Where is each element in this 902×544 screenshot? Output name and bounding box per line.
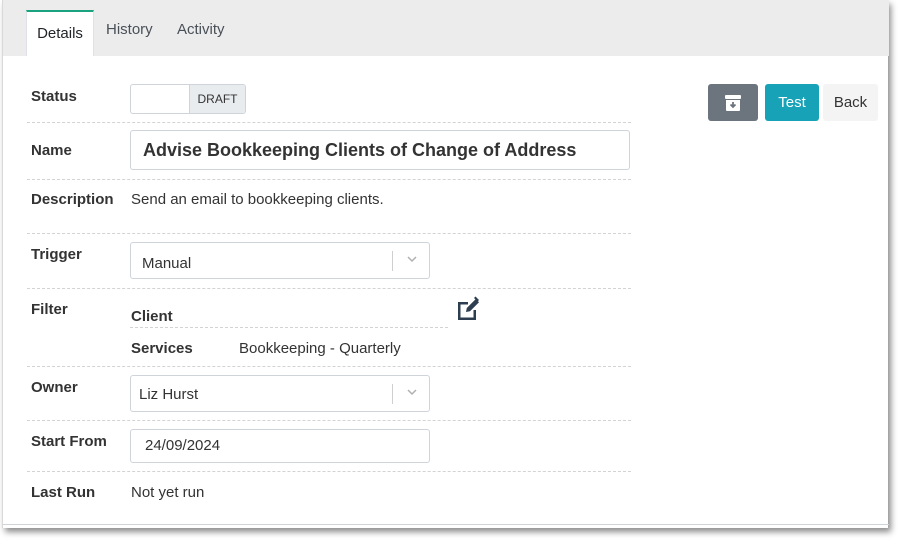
name-input[interactable]: Advise Bookkeeping Clients of Change of … (130, 130, 630, 170)
tab-activity[interactable]: Activity (177, 21, 225, 38)
filter-label: Filter (31, 301, 68, 318)
last-run-value: Not yet run (131, 484, 205, 501)
trigger-select-value: Manual (142, 255, 192, 272)
owner-select[interactable]: Liz Hurst (130, 375, 430, 412)
row-divider (27, 179, 631, 180)
owner-select-value: Liz Hurst (139, 386, 199, 403)
select-divider (392, 384, 393, 404)
description-value: Send an email to bookkeeping clients. (131, 191, 384, 208)
trigger-label: Trigger (31, 246, 82, 263)
edit-icon[interactable] (455, 296, 481, 322)
back-button[interactable]: Back (823, 84, 878, 121)
name-label: Name (31, 142, 72, 159)
status-toggle-text: DRAFT (189, 85, 245, 113)
filter-services-value: Bookkeeping - Quarterly (239, 340, 401, 357)
panel-bottom-border (3, 524, 889, 525)
archive-button[interactable] (708, 84, 758, 121)
test-button[interactable]: Test (765, 84, 819, 121)
filter-divider (130, 327, 448, 328)
start-from-label: Start From (31, 433, 107, 450)
workflow-panel: Details History Activity Status DRAFT Na… (2, 0, 889, 528)
row-divider (27, 366, 631, 367)
filter-services-label: Services (131, 340, 193, 357)
select-divider (392, 251, 393, 271)
row-divider (27, 233, 631, 234)
tab-details[interactable]: Details (26, 10, 94, 56)
trigger-select[interactable]: Manual (130, 242, 430, 279)
archive-icon (725, 95, 741, 111)
row-divider (27, 471, 631, 472)
row-divider (27, 420, 631, 421)
description-label: Description (31, 191, 114, 208)
last-run-label: Last Run (31, 484, 96, 501)
filter-client-label: Client (131, 308, 173, 325)
tab-history[interactable]: History (106, 21, 153, 38)
status-toggle[interactable]: DRAFT (130, 84, 246, 114)
chevron-down-icon (407, 256, 417, 263)
owner-label: Owner (31, 379, 78, 396)
chevron-down-icon (407, 389, 417, 396)
row-divider (27, 122, 631, 123)
tab-bar: Details History Activity (3, 0, 889, 56)
status-label: Status (31, 88, 77, 105)
row-divider (27, 288, 631, 289)
start-from-input[interactable]: 24/09/2024 (130, 429, 430, 463)
